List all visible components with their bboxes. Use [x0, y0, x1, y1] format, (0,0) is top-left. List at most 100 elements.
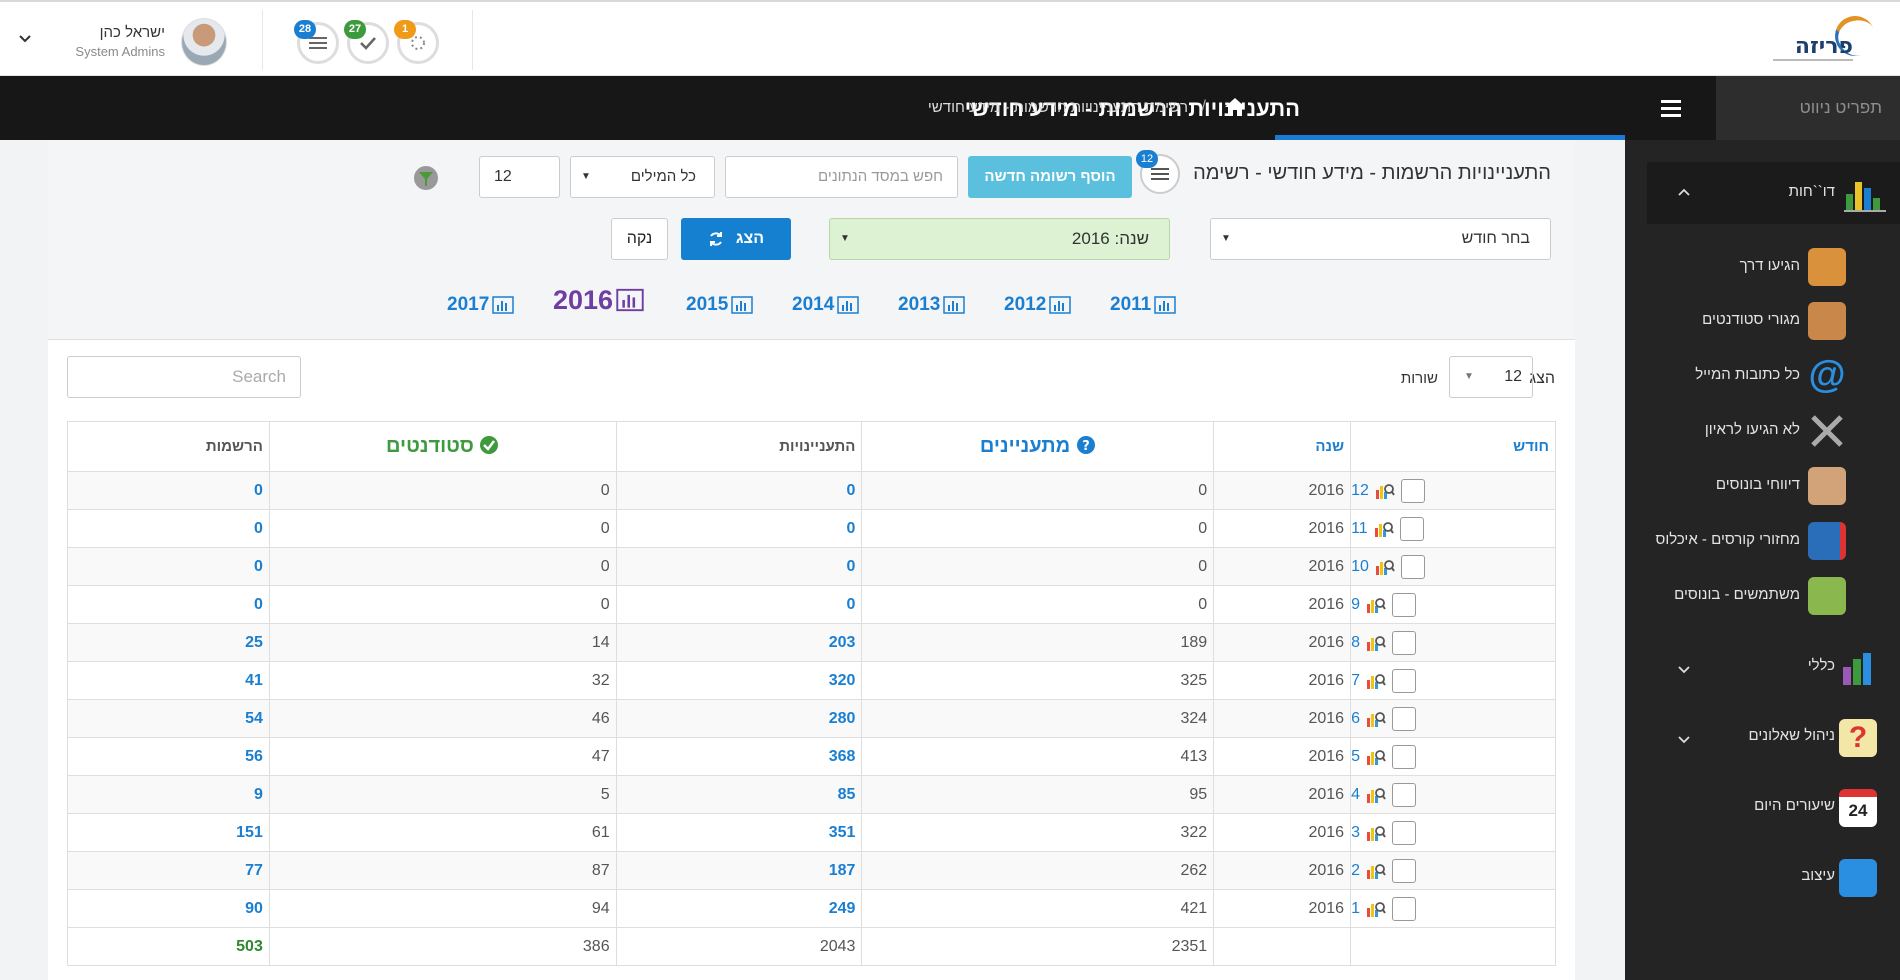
- show-button[interactable]: הצג: [681, 218, 791, 260]
- sidebar-item-design[interactable]: עיצוב: [1647, 851, 1900, 907]
- table-row[interactable]: 41 32 320 325 2016 7: [67, 661, 1556, 700]
- sidebar-group-reports[interactable]: דו``חות: [1647, 162, 1900, 224]
- year-tab-2013[interactable]: 2013: [898, 290, 966, 320]
- cell-inquiries[interactable]: 368: [615, 737, 863, 776]
- cell-inquiries[interactable]: 280: [615, 699, 863, 738]
- year-tab-2011[interactable]: 2011: [1110, 290, 1176, 320]
- notification-pending-button[interactable]: 1: [394, 20, 439, 64]
- magnifier-icon[interactable]: [1366, 710, 1386, 728]
- magnifier-icon[interactable]: [1375, 558, 1395, 576]
- table-row[interactable]: 25 14 203 189 2016 8: [67, 623, 1556, 662]
- company-logo[interactable]: פריזה: [1773, 10, 1881, 64]
- row-checkbox[interactable]: [1391, 744, 1416, 769]
- hamburger-menu-button[interactable]: [1625, 76, 1716, 140]
- rows-count-input[interactable]: 12: [479, 156, 560, 198]
- magnifier-icon[interactable]: [1366, 862, 1386, 880]
- cell-registrations[interactable]: 90: [67, 889, 270, 928]
- table-row[interactable]: 90 94 249 421 2016 1: [67, 889, 1556, 928]
- cell-inquiries[interactable]: 320: [615, 661, 863, 700]
- row-checkbox[interactable]: [1391, 706, 1416, 731]
- sidebar-item-student-housing[interactable]: מגורי סטודנטים: [1647, 296, 1900, 346]
- table-search-input[interactable]: Search: [67, 356, 301, 398]
- cell-registrations[interactable]: 0: [67, 509, 270, 548]
- chevron-down-icon[interactable]: [18, 32, 32, 46]
- magnifier-icon[interactable]: [1366, 748, 1386, 766]
- magnifier-icon[interactable]: [1375, 482, 1395, 500]
- row-checkbox[interactable]: [1391, 668, 1416, 693]
- cell-inquiries[interactable]: 0: [615, 471, 863, 510]
- table-row[interactable]: 54 46 280 324 2016 6: [67, 699, 1556, 738]
- table-row[interactable]: 0 0 0 0 2016 11: [67, 509, 1556, 548]
- month-link[interactable]: 5: [1351, 748, 1360, 766]
- sidebar-item-bonus-reports[interactable]: דיווחי בונוסים: [1647, 461, 1900, 511]
- sidebar-item-arrived-via[interactable]: הגיעו דרך: [1647, 242, 1900, 292]
- magnifier-icon[interactable]: [1366, 634, 1386, 652]
- magnifier-icon[interactable]: [1366, 900, 1386, 918]
- row-checkbox[interactable]: [1391, 592, 1416, 617]
- add-record-button[interactable]: הוסף רשומה חדשה: [968, 156, 1132, 198]
- month-link[interactable]: 4: [1351, 786, 1360, 804]
- cell-registrations[interactable]: 0: [67, 585, 270, 624]
- home-icon[interactable]: [1224, 96, 1246, 118]
- magnifier-icon[interactable]: [1366, 786, 1386, 804]
- cell-registrations[interactable]: 54: [67, 699, 270, 738]
- month-link[interactable]: 2: [1351, 862, 1360, 880]
- cell-inquiries[interactable]: 351: [615, 813, 863, 852]
- cell-registrations[interactable]: 0: [67, 471, 270, 510]
- table-row[interactable]: 56 47 368 413 2016 5: [67, 737, 1556, 776]
- row-checkbox[interactable]: [1391, 630, 1416, 655]
- month-link[interactable]: 3: [1351, 824, 1360, 842]
- month-select[interactable]: בחר חודש ▼: [1210, 218, 1551, 260]
- row-checkbox[interactable]: [1400, 554, 1425, 579]
- cell-registrations[interactable]: 0: [67, 547, 270, 586]
- table-row[interactable]: 0 0 0 0 2016 9: [67, 585, 1556, 624]
- table-row[interactable]: 9 5 85 95 2016 4: [67, 775, 1556, 814]
- database-search-input[interactable]: חפש במסד הנתונים: [725, 156, 958, 198]
- row-checkbox[interactable]: [1391, 858, 1416, 883]
- month-link[interactable]: 9: [1351, 596, 1360, 614]
- sidebar-item-no-show-interview[interactable]: לא הגיעו לראיון: [1647, 406, 1900, 456]
- row-checkbox[interactable]: [1391, 896, 1416, 921]
- col-registrations[interactable]: הרשמות: [67, 421, 270, 472]
- filter-icon[interactable]: [413, 165, 439, 191]
- col-inquiries[interactable]: התעניינויות: [615, 421, 863, 472]
- sidebar-item-user-bonuses[interactable]: משתמשים - בונוסים: [1647, 571, 1900, 621]
- avatar[interactable]: [181, 18, 227, 66]
- cell-inquiries[interactable]: 0: [615, 585, 863, 624]
- clear-button[interactable]: נקה: [611, 218, 668, 260]
- notification-tasks-button[interactable]: 27: [344, 20, 389, 64]
- sidebar-item-all-emails[interactable]: כל כתובות המייל @: [1647, 351, 1900, 401]
- year-tab-2012[interactable]: 2012: [1004, 290, 1072, 320]
- magnifier-icon[interactable]: [1366, 596, 1386, 614]
- list-view-button[interactable]: 12: [1136, 150, 1180, 194]
- col-students[interactable]: סטודנטים: [268, 421, 617, 472]
- row-checkbox[interactable]: [1391, 782, 1416, 807]
- magnifier-icon[interactable]: [1366, 824, 1386, 842]
- month-link[interactable]: 8: [1351, 634, 1360, 652]
- month-link[interactable]: 12: [1351, 482, 1369, 500]
- col-interested[interactable]: מתעניינים ?: [861, 421, 1215, 472]
- col-year[interactable]: שנה: [1213, 421, 1352, 472]
- notification-list-button[interactable]: 28: [294, 20, 339, 64]
- year-tab-2014[interactable]: 2014: [792, 290, 860, 320]
- year-tab-2017[interactable]: 2017: [447, 290, 515, 320]
- magnifier-icon[interactable]: [1374, 520, 1394, 538]
- month-link[interactable]: 11: [1351, 520, 1368, 538]
- table-row[interactable]: 0 0 0 0 2016 12: [67, 471, 1556, 510]
- col-month[interactable]: חודש: [1350, 421, 1556, 472]
- table-row[interactable]: 0 0 0 0 2016 10: [67, 547, 1556, 586]
- year-select[interactable]: שנה: 2016 ▼: [829, 218, 1170, 260]
- row-checkbox[interactable]: [1400, 478, 1425, 503]
- table-row[interactable]: 77 87 187 262 2016 2: [67, 851, 1556, 890]
- cell-registrations[interactable]: 77: [67, 851, 270, 890]
- search-mode-select[interactable]: כל המילים ▼: [570, 156, 715, 198]
- sidebar-item-course-cycles[interactable]: מחזורי קורסים - איכלוס: [1647, 516, 1900, 566]
- cell-registrations[interactable]: 151: [67, 813, 270, 852]
- row-checkbox[interactable]: [1391, 820, 1416, 845]
- cell-registrations[interactable]: 25: [67, 623, 270, 662]
- year-tab-2016[interactable]: 2016: [553, 285, 644, 315]
- sidebar-item-lessons-today[interactable]: שיעורים היום 24: [1647, 781, 1900, 837]
- cell-registrations[interactable]: 41: [67, 661, 270, 700]
- cell-inquiries[interactable]: 85: [615, 775, 863, 814]
- cell-inquiries[interactable]: 203: [615, 623, 863, 662]
